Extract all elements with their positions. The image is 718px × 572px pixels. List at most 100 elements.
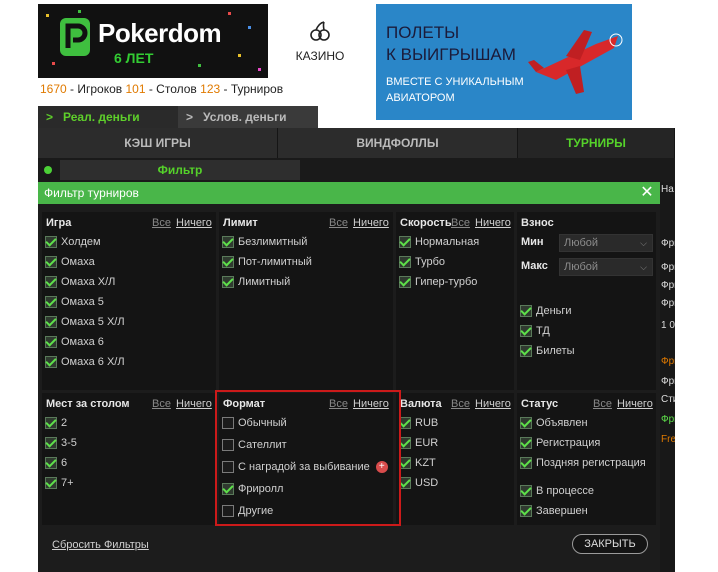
checkbox-row[interactable]: Сателлит (222, 437, 287, 453)
checkbox-row[interactable]: 3-5 (45, 435, 77, 451)
checkbox-row[interactable]: Завершен (520, 503, 588, 519)
checkbox-checked[interactable] (399, 477, 411, 489)
checkbox-checked[interactable] (520, 437, 532, 449)
select-none-link[interactable]: Ничего (353, 217, 389, 229)
tab-cash-games[interactable]: КЭШ ИГРЫ (38, 128, 278, 158)
plus-icon[interactable]: + (375, 461, 388, 473)
checkbox-unchecked[interactable] (222, 417, 234, 429)
select-none-link[interactable]: Ничего (353, 398, 389, 410)
checkbox-checked[interactable] (222, 483, 234, 495)
checkbox-row[interactable]: Омаха (45, 254, 95, 270)
checkbox-row[interactable]: EUR (399, 435, 438, 451)
tab-real-money[interactable]: > Реал. деньги (38, 106, 178, 128)
checkbox-row[interactable]: Объявлен (520, 415, 588, 431)
checkbox-checked[interactable] (222, 236, 234, 248)
checkbox-row[interactable]: Гипер-турбо (399, 274, 477, 290)
checkbox-checked[interactable] (520, 345, 532, 357)
checkbox-row[interactable]: 6 (45, 455, 67, 471)
min-buyin-select[interactable]: Любой ⌵ (559, 234, 653, 252)
checkbox-row[interactable]: Пот-лимитный (222, 254, 312, 270)
checkbox-checked[interactable] (520, 457, 532, 469)
checkbox-row[interactable]: ТД (520, 323, 550, 339)
checkbox-unchecked[interactable] (222, 439, 234, 451)
select-all-link[interactable]: Все (152, 398, 171, 410)
checkbox-checked[interactable] (520, 305, 532, 317)
checkbox-row[interactable]: Омаха 5 Х/Л (45, 314, 125, 330)
pokerdom-logo[interactable]: Pokerdom 6 ЛЕТ (38, 4, 268, 78)
checkbox-checked[interactable] (45, 437, 57, 449)
checkbox-row[interactable]: Обычный (222, 415, 287, 431)
close-icon[interactable]: ✕ (638, 184, 656, 202)
checkbox-row[interactable]: Турбо (399, 254, 445, 270)
checkbox-checked[interactable] (45, 457, 57, 469)
filter-button[interactable]: Фильтр (60, 160, 300, 180)
close-button[interactable]: ЗАКРЫТЬ (572, 534, 648, 554)
select-none-link[interactable]: Ничего (475, 217, 511, 229)
list-item-fragment[interactable]: Free (661, 434, 675, 445)
select-none-link[interactable]: Ничего (176, 217, 212, 229)
checkbox-checked[interactable] (222, 256, 234, 268)
checkbox-unchecked[interactable] (222, 461, 234, 473)
select-all-link[interactable]: Все (593, 398, 612, 410)
checkbox-row[interactable]: Безлимитный (222, 234, 307, 250)
checkbox-row[interactable]: Билеты (520, 343, 574, 359)
checkbox-row[interactable]: Омаха Х/Л (45, 274, 115, 290)
list-item-fragment[interactable]: Фри (661, 376, 675, 387)
checkbox-row[interactable]: Омаха 6 Х/Л (45, 354, 125, 370)
select-none-link[interactable]: Ничего (176, 398, 212, 410)
casino-link[interactable]: КАЗИНО (290, 20, 350, 63)
checkbox-checked[interactable] (520, 417, 532, 429)
checkbox-checked[interactable] (399, 457, 411, 469)
tab-tournaments[interactable]: ТУРНИРЫ (518, 128, 675, 158)
checkbox-checked[interactable] (520, 505, 532, 517)
tab-windfalls[interactable]: ВИНДФОЛЛЫ (278, 128, 518, 158)
list-item-fragment[interactable]: Фри (661, 298, 675, 309)
list-item-fragment[interactable]: Сти (661, 394, 675, 405)
checkbox-checked[interactable] (399, 417, 411, 429)
checkbox-checked[interactable] (399, 437, 411, 449)
select-all-link[interactable]: Все (451, 217, 470, 229)
checkbox-checked[interactable] (45, 417, 57, 429)
select-all-link[interactable]: Все (152, 217, 171, 229)
checkbox-checked[interactable] (45, 336, 57, 348)
checkbox-row[interactable]: USD (399, 475, 438, 491)
checkbox-row[interactable]: KZT (399, 455, 436, 471)
checkbox-checked[interactable] (45, 316, 57, 328)
list-item-fragment[interactable]: Фри (661, 414, 675, 425)
select-all-link[interactable]: Все (329, 217, 348, 229)
checkbox-checked[interactable] (45, 477, 57, 489)
checkbox-row[interactable]: Деньги (520, 303, 572, 319)
checkbox-row[interactable]: Лимитный (222, 274, 290, 290)
checkbox-row[interactable]: С наградой за выбивание + (222, 459, 388, 475)
checkbox-row[interactable]: Омаха 5 (45, 294, 104, 310)
checkbox-row[interactable]: Холдем (45, 234, 101, 250)
list-item-fragment[interactable]: Фри (661, 280, 675, 291)
checkbox-checked[interactable] (45, 276, 57, 288)
checkbox-checked[interactable] (399, 256, 411, 268)
aviator-banner[interactable]: ПОЛЕТЫ К ВЫИГРЫШАМ ВМЕСТЕ С УНИКАЛЬНЫМ А… (376, 4, 632, 120)
checkbox-row[interactable]: Регистрация (520, 435, 600, 451)
checkbox-checked[interactable] (45, 256, 57, 268)
checkbox-row[interactable]: RUB (399, 415, 438, 431)
checkbox-unchecked[interactable] (222, 505, 234, 517)
checkbox-checked[interactable] (45, 236, 57, 248)
checkbox-row[interactable]: Нормальная (399, 234, 479, 250)
list-item-fragment[interactable]: 1 0 (661, 320, 675, 331)
checkbox-row[interactable]: Поздняя регистрация (520, 455, 646, 471)
checkbox-checked[interactable] (45, 296, 57, 308)
list-item-fragment[interactable]: Фри (661, 356, 675, 367)
checkbox-row[interactable]: 7+ (45, 475, 74, 491)
tab-play-money[interactable]: > Услов. деньги (178, 106, 318, 128)
checkbox-row[interactable]: В процессе (520, 483, 594, 499)
checkbox-checked[interactable] (399, 236, 411, 248)
checkbox-row[interactable]: Другие (222, 503, 273, 519)
reset-filters-link[interactable]: Сбросить Фильтры (52, 539, 149, 551)
select-none-link[interactable]: Ничего (617, 398, 653, 410)
checkbox-row[interactable]: 2 (45, 415, 67, 431)
checkbox-row[interactable]: Фриролл (222, 481, 283, 497)
checkbox-checked[interactable] (520, 485, 532, 497)
checkbox-checked[interactable] (399, 276, 411, 288)
list-item-fragment[interactable]: Фри (661, 238, 675, 249)
select-all-link[interactable]: Все (451, 398, 470, 410)
select-none-link[interactable]: Ничего (475, 398, 511, 410)
